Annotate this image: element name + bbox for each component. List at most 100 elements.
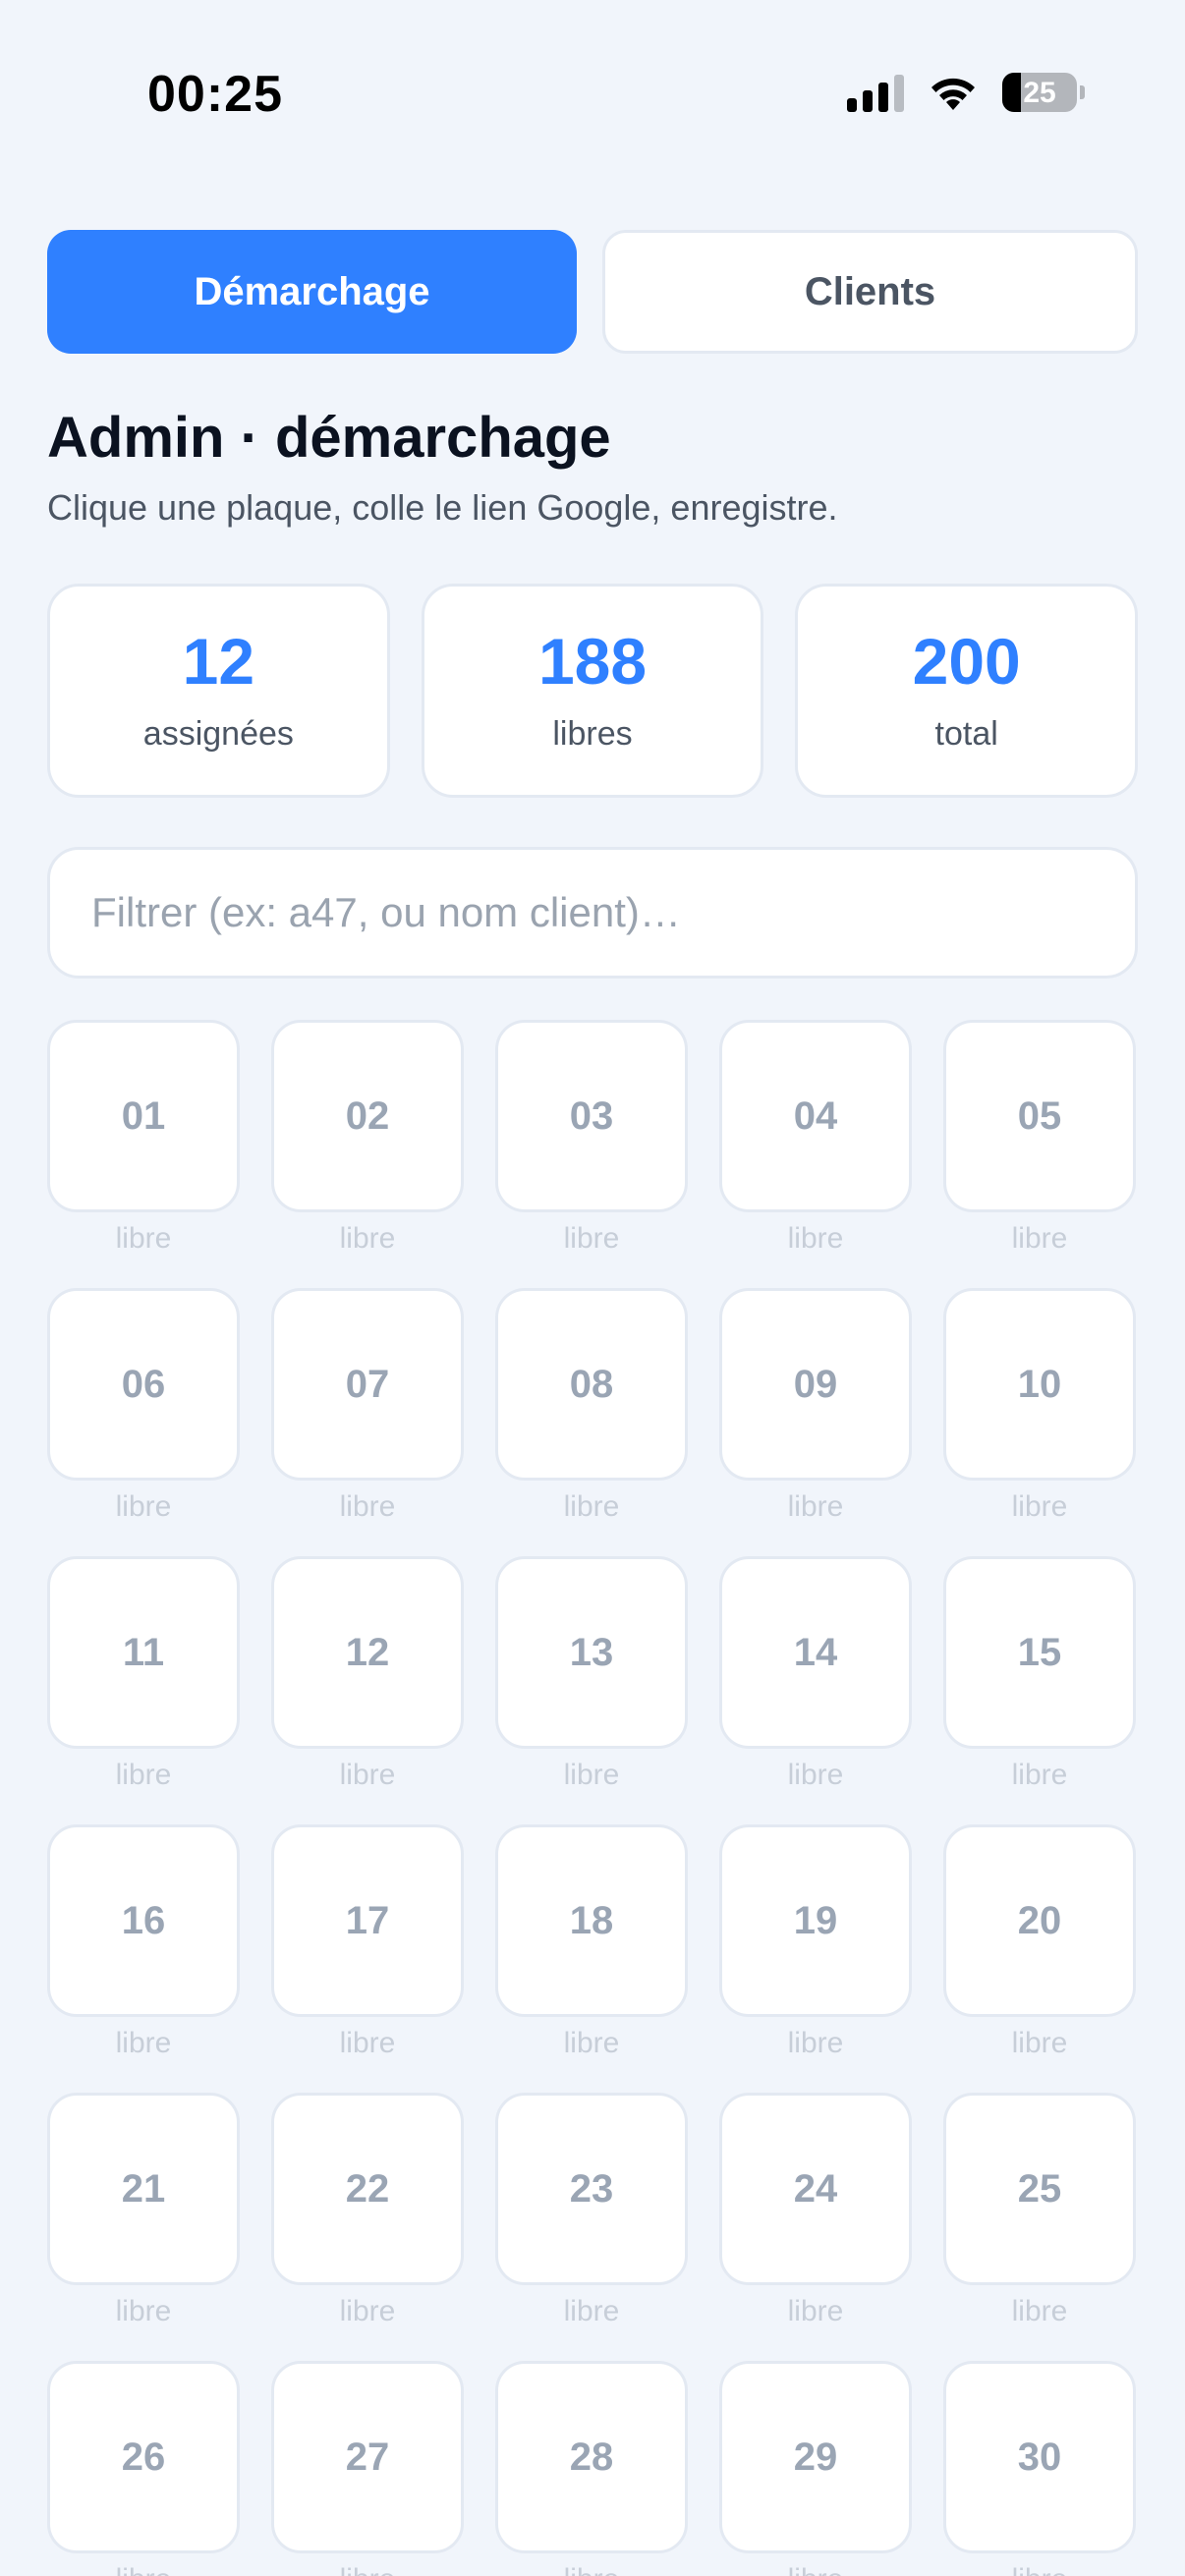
page-subtitle: Clique une plaque, colle le lien Google,…	[47, 487, 838, 528]
plate-status: libre	[563, 2027, 620, 2059]
plate-status: libre	[339, 2295, 396, 2327]
plate-tile[interactable]: 26	[47, 2361, 240, 2553]
plate-tile[interactable]: 12	[271, 1556, 464, 1749]
plate-tile[interactable]: 04	[719, 1020, 912, 1212]
status-icons: 25	[847, 73, 1085, 112]
plate-tile[interactable]: 14	[719, 1556, 912, 1749]
stats-row: 12 assignées 188 libres 200 total	[47, 584, 1139, 798]
plate-cell: 16 libre	[47, 1824, 240, 2093]
plate-cell: 22 libre	[271, 2093, 464, 2361]
plate-cell: 24 libre	[719, 2093, 912, 2361]
plate-tile[interactable]: 09	[719, 1288, 912, 1481]
plate-status: libre	[563, 1222, 620, 1255]
plate-tile[interactable]: 29	[719, 2361, 912, 2553]
plate-status: libre	[563, 1759, 620, 1791]
plate-status: libre	[115, 1759, 172, 1791]
plate-cell: 30 libre	[943, 2361, 1136, 2576]
plate-tile[interactable]: 15	[943, 1556, 1136, 1749]
plate-tile[interactable]: 23	[495, 2093, 688, 2285]
filter-input[interactable]	[47, 847, 1138, 979]
plate-tile[interactable]: 03	[495, 1020, 688, 1212]
wifi-icon	[931, 78, 975, 110]
plate-tile[interactable]: 13	[495, 1556, 688, 1749]
plate-status: libre	[339, 1490, 396, 1523]
plate-status: libre	[271, 2563, 464, 2576]
plate-tile[interactable]: 11	[47, 1556, 240, 1749]
plate-status: libre	[787, 2295, 844, 2327]
plate-cell: 05 libre	[943, 1020, 1136, 1288]
stat-value: 200	[912, 624, 1021, 698]
plate-status: libre	[495, 2563, 688, 2576]
plate-cell: 29 libre	[719, 2361, 912, 2576]
plate-tile[interactable]: 21	[47, 2093, 240, 2285]
admin-screen: 00:25 25 Démarchage Clients Admin · déma…	[0, 0, 1185, 2576]
plate-cell: 11 libre	[47, 1556, 240, 1824]
plate-status: libre	[339, 2027, 396, 2059]
stat-label: assignées	[142, 714, 294, 753]
plate-status: libre	[115, 1222, 172, 1255]
plate-status: libre	[563, 2295, 620, 2327]
plate-status: libre	[787, 1222, 844, 1255]
battery-icon: 25	[1002, 73, 1085, 112]
plate-tile[interactable]: 05	[943, 1020, 1136, 1212]
plate-cell: 02 libre	[271, 1020, 464, 1288]
plate-cell: 14 libre	[719, 1556, 912, 1824]
plate-tile[interactable]: 02	[271, 1020, 464, 1212]
plate-tile[interactable]: 08	[495, 1288, 688, 1481]
plate-cell: 06 libre	[47, 1288, 240, 1556]
plate-tile[interactable]: 27	[271, 2361, 464, 2553]
plate-tile[interactable]: 25	[943, 2093, 1136, 2285]
plate-cell: 15 libre	[943, 1556, 1136, 1824]
plate-cell: 19 libre	[719, 1824, 912, 2093]
plate-cell: 10 libre	[943, 1288, 1136, 1556]
stat-label: libres	[552, 714, 633, 753]
plate-cell: 18 libre	[495, 1824, 688, 2093]
plate-tile[interactable]: 16	[47, 1824, 240, 2017]
plate-grid: 01 libre 02 libre 03 libre 04 libre 05 libre 06 lib…	[47, 1020, 1138, 2576]
plate-cell: 12 libre	[271, 1556, 464, 1824]
plate-cell: 13 libre	[495, 1556, 688, 1824]
plate-status: libre	[943, 2563, 1136, 2576]
plate-tile[interactable]: 20	[943, 1824, 1136, 2017]
plate-status: libre	[339, 1222, 396, 1255]
plate-cell: 03 libre	[495, 1020, 688, 1288]
plate-tile[interactable]: 22	[271, 2093, 464, 2285]
plate-cell: 08 libre	[495, 1288, 688, 1556]
plate-tile[interactable]: 17	[271, 1824, 464, 2017]
plate-status: libre	[47, 2563, 240, 2576]
stat-card-free: 188 libres	[421, 584, 764, 798]
plate-status: libre	[1011, 2027, 1068, 2059]
stat-card-assigned: 12 assignées	[47, 584, 390, 798]
stat-value: 12	[182, 624, 255, 698]
stat-value: 188	[537, 624, 648, 698]
plate-cell: 20 libre	[943, 1824, 1136, 2093]
plate-status: libre	[787, 1759, 844, 1791]
plate-status: libre	[115, 2027, 172, 2059]
plate-tile[interactable]: 24	[719, 2093, 912, 2285]
plate-status: libre	[1011, 1490, 1068, 1523]
plate-tile[interactable]: 28	[495, 2361, 688, 2553]
plate-tile[interactable]: 19	[719, 1824, 912, 2017]
plate-status: libre	[719, 2563, 912, 2576]
page-title: Admin · démarchage	[47, 406, 611, 470]
plate-cell: 26 libre	[47, 2361, 240, 2576]
plate-status: libre	[339, 1759, 396, 1791]
plate-status: libre	[1011, 2295, 1068, 2327]
plate-tile[interactable]: 30	[943, 2361, 1136, 2553]
plate-status: libre	[1011, 1759, 1068, 1791]
plate-status: libre	[115, 1490, 172, 1523]
tab-bar: Démarchage Clients	[47, 230, 1138, 354]
plate-cell: 04 libre	[719, 1020, 912, 1288]
plate-status: libre	[563, 1490, 620, 1523]
plate-tile[interactable]: 07	[271, 1288, 464, 1481]
plate-tile[interactable]: 06	[47, 1288, 240, 1481]
plate-tile[interactable]: 10	[943, 1288, 1136, 1481]
plate-status: libre	[115, 2295, 172, 2327]
tab-demarchage[interactable]: Démarchage	[47, 230, 577, 354]
plate-cell: 09 libre	[719, 1288, 912, 1556]
plate-cell: 27 libre	[271, 2361, 464, 2576]
plate-tile[interactable]: 18	[495, 1824, 688, 2017]
tab-clients[interactable]: Clients	[602, 230, 1138, 354]
plate-tile[interactable]: 01	[47, 1020, 240, 1212]
status-bar: 00:25 25	[0, 0, 1185, 196]
